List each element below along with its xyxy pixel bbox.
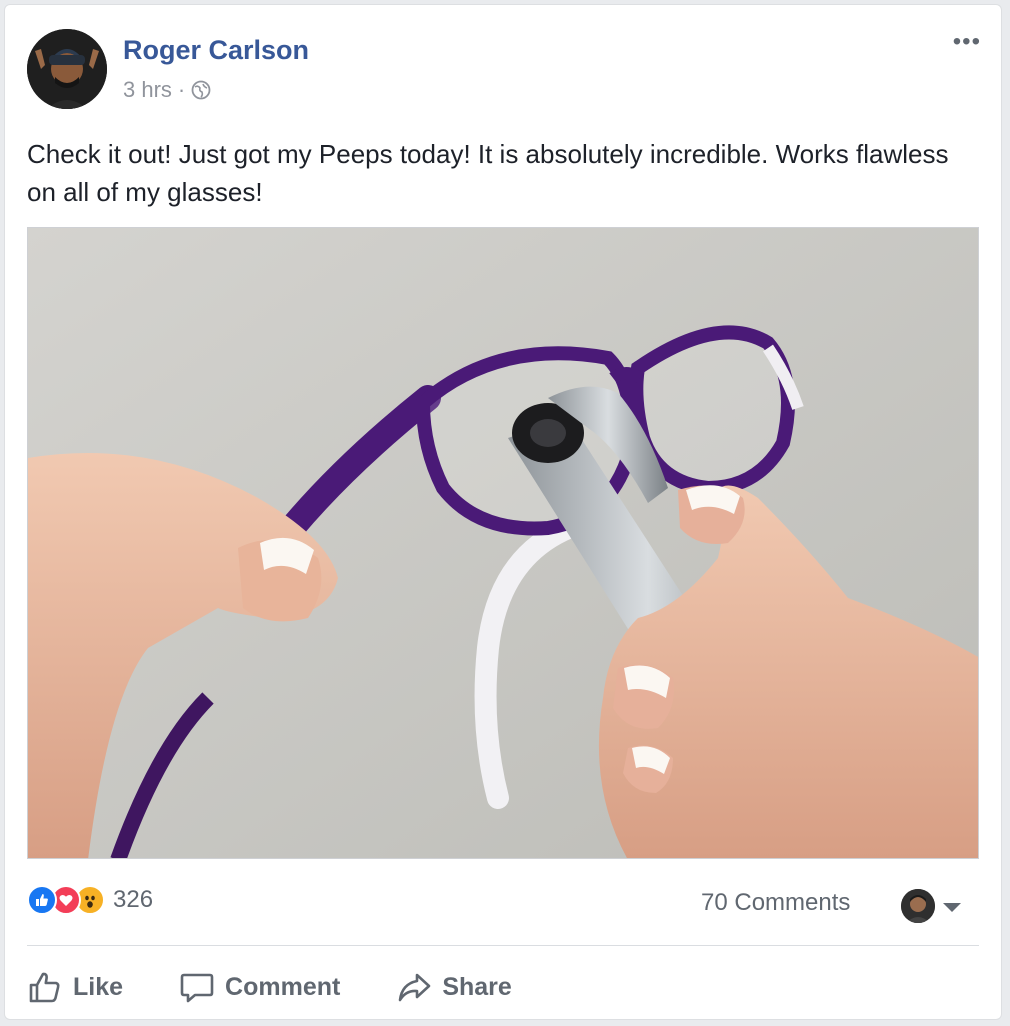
post-photo[interactable] [27, 227, 979, 859]
comment-bubble-icon [179, 969, 215, 1005]
thumbs-up-icon [27, 969, 63, 1005]
globe-icon[interactable] [191, 80, 211, 100]
glasses-cleaner-photo [28, 228, 978, 858]
like-reaction-icon [27, 885, 57, 915]
post-actions: Like Comment Share [27, 965, 568, 1009]
share-arrow-icon [396, 969, 432, 1005]
comment-label: Comment [225, 972, 341, 1001]
reactions-summary[interactable]: 326 [27, 885, 153, 915]
share-button[interactable]: Share [396, 969, 512, 1005]
chevron-down-icon[interactable] [943, 903, 961, 912]
post-card: Roger Carlson 3 hrs · ••• Check it out! … [4, 4, 1002, 1020]
post-text: Check it out! Just got my Peeps today! I… [27, 139, 949, 207]
like-label: Like [73, 972, 124, 1001]
author-name-link[interactable]: Roger Carlson [123, 35, 309, 66]
divider [27, 945, 979, 946]
more-options-button[interactable]: ••• [953, 30, 981, 54]
viewer-avatar[interactable] [901, 889, 935, 923]
meta-separator: · [177, 77, 186, 102]
comment-button[interactable]: Comment [179, 969, 340, 1005]
reaction-count: 326 [113, 886, 154, 913]
share-label: Share [442, 972, 512, 1001]
comments-count-link[interactable]: 70 Comments [701, 889, 850, 917]
post-meta: 3 hrs · [123, 77, 211, 103]
like-button[interactable]: Like [27, 969, 123, 1005]
author-avatar[interactable] [27, 29, 107, 109]
post-timestamp[interactable]: 3 hrs [123, 77, 172, 103]
